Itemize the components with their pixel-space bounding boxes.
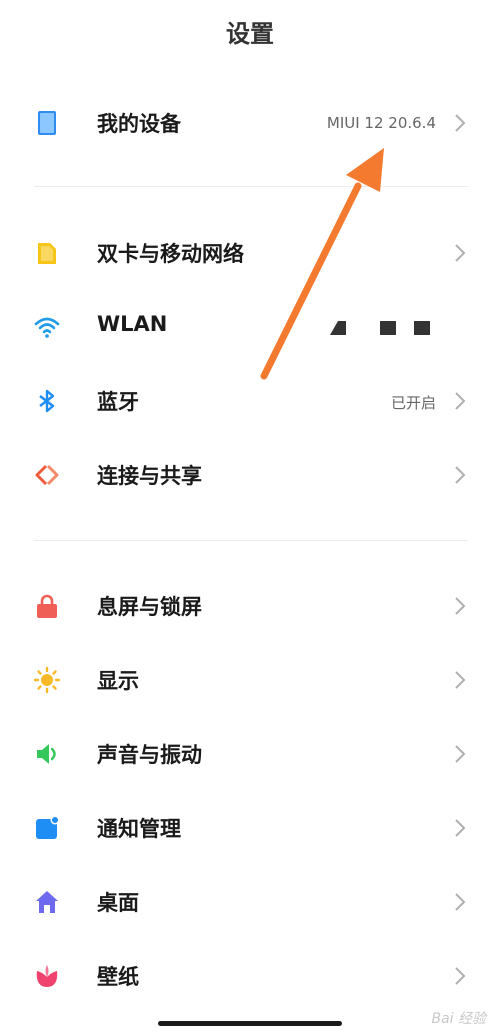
settings-row-wallpaper[interactable]: 壁纸 — [0, 943, 500, 1009]
settings-row-lock-screen[interactable]: 息屏与锁屏 — [0, 573, 500, 639]
chevron-right-icon — [455, 244, 466, 262]
row-label: 我的设备 — [97, 112, 181, 136]
lock-icon — [34, 593, 60, 619]
settings-row-bluetooth[interactable]: 蓝牙 已开启 — [0, 368, 500, 434]
settings-row-connection-share[interactable]: 连接与共享 — [0, 442, 500, 508]
home-icon — [34, 889, 60, 915]
settings-row-sim-network[interactable]: 双卡与移动网络 — [0, 220, 500, 286]
section-divider — [34, 540, 468, 541]
settings-row-home-screen[interactable]: 桌面 — [0, 869, 500, 935]
settings-row-notifications[interactable]: 通知管理 — [0, 795, 500, 861]
row-label: 桌面 — [97, 891, 139, 915]
row-label: 连接与共享 — [97, 464, 202, 488]
chevron-right-icon — [455, 819, 466, 837]
chevron-right-icon — [455, 893, 466, 911]
home-indicator-bar[interactable] — [158, 1021, 342, 1026]
chevron-right-icon — [455, 114, 466, 132]
chevron-right-icon — [455, 392, 466, 410]
row-label: 息屏与锁屏 — [97, 595, 202, 619]
row-label: WLAN — [97, 312, 168, 336]
row-label: 双卡与移动网络 — [97, 242, 244, 266]
row-label: 声音与振动 — [97, 743, 202, 767]
phone-icon — [34, 110, 60, 136]
settings-row-sound-vibration[interactable]: 声音与振动 — [0, 721, 500, 787]
settings-row-my-device[interactable]: 我的设备 MIUI 12 20.6.4 — [0, 90, 500, 156]
chevron-right-icon — [455, 967, 466, 985]
chevron-right-icon — [455, 466, 466, 484]
notification-icon — [34, 815, 60, 841]
speaker-icon — [34, 741, 60, 767]
redacted-network-name — [330, 321, 430, 335]
flower-icon — [34, 963, 60, 989]
row-label: 壁纸 — [97, 965, 139, 989]
chevron-right-icon — [455, 671, 466, 689]
row-label: 显示 — [97, 669, 139, 693]
sim-card-icon — [34, 240, 60, 266]
bluetooth-icon — [34, 388, 60, 414]
settings-row-wlan[interactable]: WLAN — [0, 294, 500, 360]
row-value: MIUI 12 20.6.4 — [326, 114, 436, 132]
chevron-right-icon — [455, 745, 466, 763]
row-value: 已开启 — [390, 394, 436, 412]
watermark: Bai 经验 — [431, 1011, 486, 1027]
wifi-icon — [34, 314, 60, 340]
section-divider — [34, 186, 468, 187]
row-label: 蓝牙 — [97, 390, 139, 414]
row-label: 通知管理 — [97, 817, 181, 841]
page-title: 设置 — [226, 20, 274, 48]
sun-icon — [34, 667, 60, 693]
chevron-right-icon — [455, 597, 466, 615]
settings-row-display[interactable]: 显示 — [0, 647, 500, 713]
connection-share-icon — [34, 462, 60, 488]
